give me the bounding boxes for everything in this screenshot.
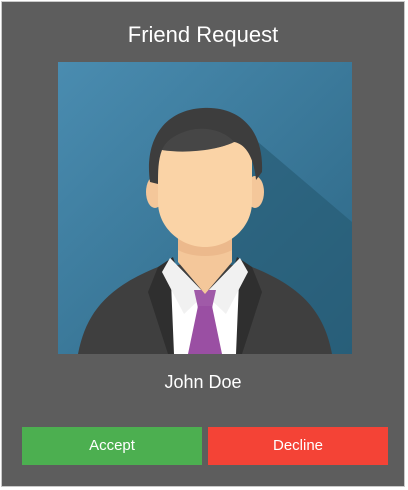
friend-request-dialog: Friend Request John Doe Accept Decline — [1, 1, 405, 487]
accept-button[interactable]: Accept — [22, 427, 202, 465]
decline-button[interactable]: Decline — [208, 427, 388, 465]
dialog-title: Friend Request — [127, 22, 279, 47]
user-name: John Doe — [164, 372, 242, 392]
user-avatar-icon — [58, 62, 352, 354]
